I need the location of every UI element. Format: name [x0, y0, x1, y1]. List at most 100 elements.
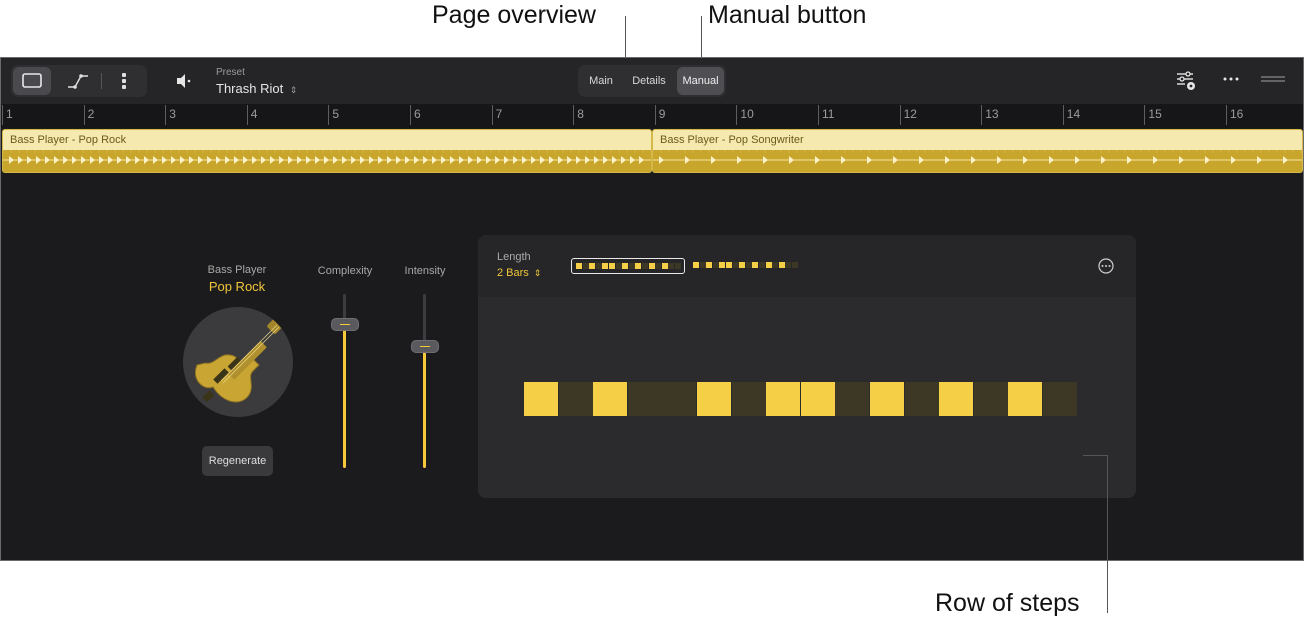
step-cell[interactable]	[559, 382, 593, 416]
timeline-ruler[interactable]: 1 2 3 4 5 6 7 8 9 10 11 12 13 14 15 16	[1, 104, 1303, 128]
step-cell[interactable]	[801, 382, 835, 416]
step-cell[interactable]	[628, 382, 662, 416]
length-label: Length	[497, 251, 531, 263]
step-editor-more-button[interactable]	[1097, 257, 1115, 280]
step-cell[interactable]	[662, 382, 696, 416]
ruler-bar-number: 1	[6, 107, 13, 121]
overview-step	[675, 263, 681, 269]
region-header: Bass Player - Pop Songwriter	[653, 130, 1302, 150]
bass-guitar-avatar	[183, 307, 293, 417]
overview-step	[792, 262, 798, 268]
more-icon	[1223, 77, 1239, 81]
overview-step	[609, 263, 615, 269]
overview-step	[615, 263, 622, 269]
tab-main[interactable]: Main	[581, 67, 621, 95]
overview-step	[712, 262, 719, 268]
speaker-button[interactable]	[173, 70, 195, 92]
resize-handle[interactable]	[1259, 68, 1287, 92]
slider-thumb[interactable]	[411, 340, 439, 353]
player-style[interactable]: Pop Rock	[181, 279, 293, 294]
region-notes	[653, 150, 1302, 164]
overview-step	[759, 262, 765, 268]
step-cell[interactable]	[766, 382, 800, 416]
ruler-bar-number: 5	[332, 107, 340, 121]
leader-line-row-of-steps	[1107, 455, 1108, 613]
region-pop-songwriter[interactable]: Bass Player - Pop Songwriter	[652, 129, 1303, 173]
ruler-tick	[83, 105, 85, 125]
ruler-tick	[491, 105, 493, 125]
length-selector[interactable]: 2 Bars ⇕	[497, 267, 541, 279]
overview-step	[576, 263, 582, 269]
overview-step	[648, 263, 655, 269]
overview-step	[589, 263, 596, 269]
overview-step	[726, 262, 732, 268]
region-name: Bass Player - Pop Rock	[10, 134, 127, 146]
region-pop-rock[interactable]: Bass Player - Pop Rock	[2, 129, 652, 173]
step-cell[interactable]	[905, 382, 939, 416]
bass-guitar-icon	[195, 314, 287, 403]
overview-step	[622, 263, 629, 269]
step-cell[interactable]	[593, 382, 627, 416]
ruler-bar-number: 14	[1066, 107, 1081, 121]
ruler-bar-number: 12	[903, 107, 917, 121]
ruler-bar-number: 13	[985, 107, 999, 121]
mixer-settings-icon	[1177, 71, 1195, 90]
ruler-bar-number: 9	[658, 107, 666, 121]
step-editor-panel: Length 2 Bars ⇕	[478, 235, 1136, 498]
ruler-bar-number: 15	[1148, 107, 1162, 121]
length-value: 2 Bars	[497, 267, 529, 279]
session-player-window: Preset Thrash Riot ⇕ Main Details Manual	[0, 57, 1304, 561]
ruler-tick	[328, 105, 330, 125]
ruler-bar-number: 3	[169, 107, 176, 121]
ruler-bar-number: 16	[1230, 107, 1244, 121]
overview-step	[668, 263, 675, 269]
step-cell[interactable]	[1043, 382, 1077, 416]
step-cell[interactable]	[524, 382, 558, 416]
preset-selector[interactable]: Thrash Riot ⇕	[216, 81, 297, 96]
overview-page-1[interactable]	[571, 258, 685, 274]
region-notes	[3, 150, 651, 164]
up-down-chevron-icon: ⇕	[289, 85, 298, 95]
regenerate-button[interactable]: Regenerate	[202, 446, 273, 476]
overview-step	[595, 263, 602, 269]
step-row-area	[478, 297, 1136, 498]
annotation-row-of-steps: Row of steps	[935, 589, 1080, 617]
step-cell[interactable]	[870, 382, 904, 416]
step-cell[interactable]	[939, 382, 973, 416]
slider-fill	[423, 346, 426, 468]
overview-step	[785, 262, 792, 268]
slider-thumb[interactable]	[331, 318, 359, 331]
preset-label: Preset	[216, 67, 245, 78]
mixer-settings-button[interactable]	[1173, 68, 1199, 94]
player-label: Bass Player	[207, 264, 267, 276]
single-pane-button[interactable]	[13, 67, 51, 95]
step-cell[interactable]	[697, 382, 731, 416]
tab-manual[interactable]: Manual	[677, 67, 724, 95]
view-mode-group	[11, 65, 147, 97]
view-tabs: Main Details Manual	[578, 65, 726, 97]
region-name: Bass Player - Pop Songwriter	[660, 134, 804, 146]
overview-step	[655, 263, 662, 269]
intensity-label: Intensity	[404, 265, 446, 277]
step-cell[interactable]	[835, 382, 869, 416]
step-editor-header: Length 2 Bars ⇕	[478, 235, 1136, 297]
ruler-bar-number: 6	[414, 107, 421, 121]
ruler-bar-number: 10	[740, 107, 754, 121]
complexity-slider[interactable]	[330, 294, 360, 468]
automation-button[interactable]	[61, 67, 95, 95]
overview-step	[699, 262, 706, 268]
step-cell[interactable]	[1008, 382, 1042, 416]
step-cell[interactable]	[732, 382, 766, 416]
annotation-manual-button: Manual button	[708, 1, 867, 29]
overview-step	[706, 262, 713, 268]
overview-page-2[interactable]	[689, 258, 801, 272]
ruler-tick	[1062, 105, 1064, 125]
ruler-tick	[981, 105, 983, 125]
ruler-tick	[899, 105, 901, 125]
step-cell[interactable]	[974, 382, 1008, 416]
tab-details[interactable]: Details	[627, 67, 671, 95]
track-list-button[interactable]	[109, 67, 139, 95]
annotation-page-overview: Page overview	[432, 1, 596, 29]
intensity-slider[interactable]	[410, 294, 440, 468]
more-button[interactable]	[1219, 68, 1243, 92]
